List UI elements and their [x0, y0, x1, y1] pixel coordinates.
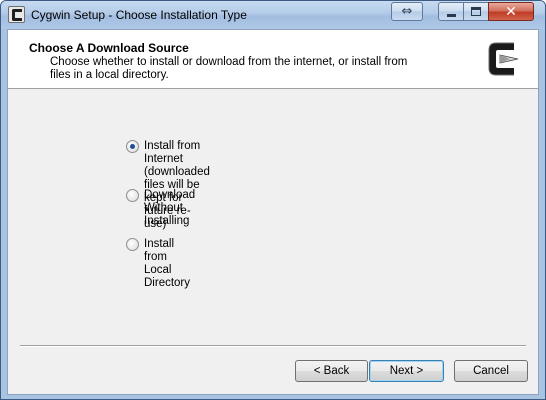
radio-download-without-installing[interactable]: [126, 189, 139, 202]
dialog-body: Choose A Download Source Choose whether …: [7, 29, 539, 395]
setup-window: Cygwin Setup - Choose Installation Type …: [0, 0, 546, 400]
back-button[interactable]: < Back: [295, 360, 368, 382]
minimize-button[interactable]: [438, 2, 464, 21]
option-download-without-installing[interactable]: Download Without Installing: [126, 189, 195, 228]
page-title: Choose A Download Source: [29, 41, 189, 55]
cygwin-logo: [488, 42, 519, 76]
maximize-button[interactable]: [463, 2, 489, 21]
option-label: Download Without Installing: [144, 189, 196, 227]
window-title: Cygwin Setup - Choose Installation Type: [31, 8, 247, 22]
close-icon: ✕: [505, 3, 517, 20]
title-bar[interactable]: Cygwin Setup - Choose Installation Type …: [1, 1, 545, 29]
swap-arrows-icon: ⇔: [401, 4, 413, 19]
minimize-icon: [446, 13, 456, 17]
swap-arrows-button[interactable]: ⇔: [391, 2, 423, 21]
radio-install-from-internet[interactable]: [126, 140, 139, 153]
next-button[interactable]: Next >: [369, 360, 444, 382]
radio-install-from-local-directory[interactable]: [126, 238, 139, 251]
maximize-icon: [471, 7, 481, 16]
close-button[interactable]: ✕: [488, 2, 534, 21]
page-description: Choose whether to install or download fr…: [50, 56, 408, 81]
wizard-header: Choose A Download Source Choose whether …: [8, 30, 538, 89]
option-label: Install from Local Directory: [144, 238, 191, 289]
cancel-button[interactable]: Cancel: [454, 360, 528, 382]
footer-divider: [20, 345, 526, 347]
cygwin-icon[interactable]: [8, 6, 25, 23]
option-install-from-local-directory[interactable]: Install from Local Directory: [126, 238, 190, 290]
option-label: Install from Internet: [144, 140, 201, 165]
